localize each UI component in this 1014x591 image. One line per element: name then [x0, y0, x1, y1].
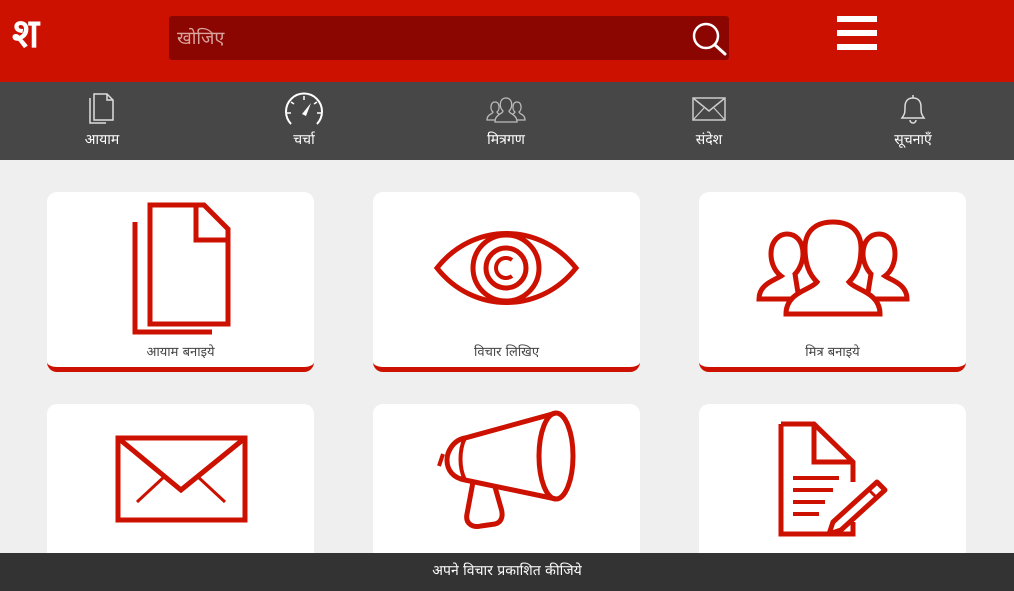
- nav-label: आयाम: [84, 132, 120, 148]
- nav-item-aayam[interactable]: आयाम: [47, 92, 157, 154]
- site-logo[interactable]: श: [12, 10, 39, 58]
- bell-icon: [900, 95, 926, 124]
- footer-bar[interactable]: अपने विचार प्रकाशित कीजिये: [0, 553, 1014, 591]
- envelope-icon: [115, 435, 248, 523]
- card-label: मित्र बनाइये: [805, 345, 860, 360]
- documents-icon: [89, 93, 114, 124]
- nav-item-suchnaye[interactable]: सूचनाएँ: [858, 92, 968, 154]
- card-create-aayam[interactable]: आयाम बनाइये: [47, 192, 314, 372]
- header-bar: श: [0, 0, 1014, 82]
- card-make-friends[interactable]: मित्र बनाइये: [699, 192, 966, 372]
- documents-icon: [132, 202, 231, 335]
- nav-label: संदेश: [695, 132, 723, 148]
- megaphone-icon: [437, 410, 576, 529]
- footer-text: अपने विचार प्रकाशित कीजिये: [432, 563, 582, 579]
- people-icon: [486, 97, 526, 123]
- card-label: विचार लिखिए: [473, 345, 540, 360]
- nav-label: सूचनाएँ: [894, 132, 932, 148]
- search-box: [169, 16, 729, 60]
- people-icon: [756, 219, 910, 317]
- eye-icon: [433, 231, 580, 305]
- nav-bar: आयाम चर्चा मित्रगण संदेश सूचनाएँ: [0, 82, 1014, 160]
- nav-label: मित्रगण: [487, 132, 525, 148]
- nav-item-sandesh[interactable]: संदेश: [654, 92, 764, 154]
- nav-item-charcha[interactable]: चर्चा: [249, 92, 359, 154]
- search-input[interactable]: [169, 16, 679, 60]
- search-icon[interactable]: [689, 20, 729, 56]
- card-label: आयाम बनाइये: [146, 345, 215, 360]
- document-edit-icon: [778, 421, 888, 537]
- card-write-thoughts[interactable]: विचार लिखिए: [373, 192, 640, 372]
- envelope-icon: [692, 97, 726, 121]
- hamburger-menu-icon[interactable]: [837, 16, 877, 50]
- nav-item-mitragan[interactable]: मित्रगण: [451, 92, 561, 154]
- speedometer-icon: [285, 92, 323, 125]
- nav-label: चर्चा: [293, 132, 315, 148]
